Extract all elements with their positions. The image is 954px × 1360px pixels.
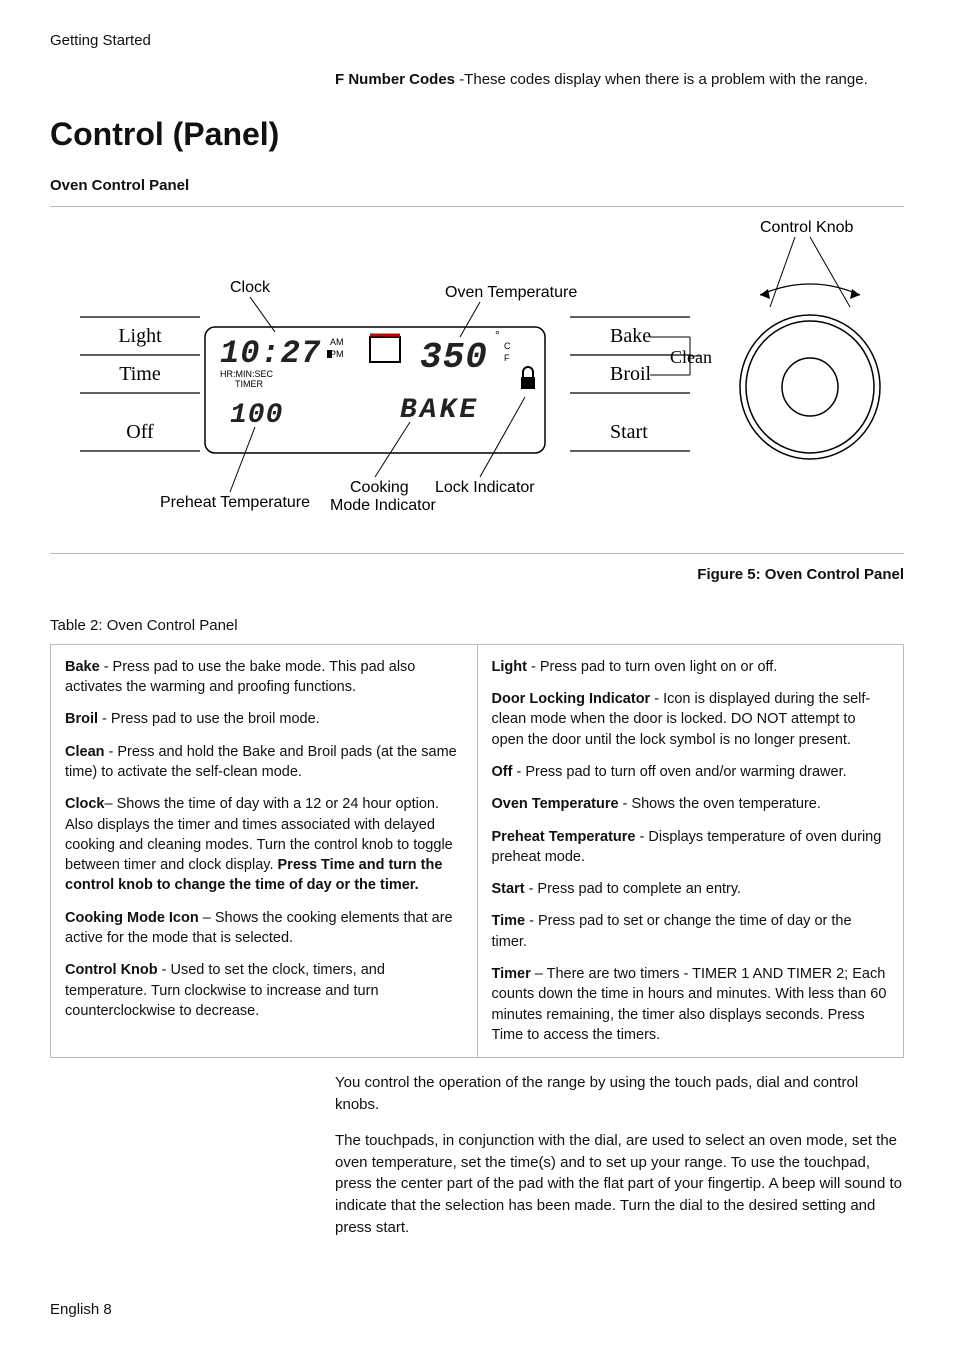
- page-footer: English 8: [50, 1299, 904, 1320]
- clock-label: Clock: [230, 279, 271, 296]
- clock-term: Clock: [65, 796, 105, 812]
- time-desc: - Press pad to set or change the time of…: [492, 913, 852, 949]
- body-paragraph-1: You control the operation of the range b…: [335, 1072, 904, 1116]
- pm-indicator: [327, 350, 332, 358]
- cookmode-term: Cooking Mode Icon: [65, 910, 199, 926]
- table-title: Table 2: Oven Control Panel: [50, 615, 904, 636]
- left-button-group: Light Time Off: [80, 317, 200, 451]
- degree-symbol: °: [495, 328, 500, 342]
- clock-value: 10:27: [220, 335, 321, 372]
- section-header: Getting Started: [50, 30, 904, 51]
- bake-button[interactable]: Bake: [610, 325, 651, 347]
- intro-bold: F Number Codes: [335, 71, 459, 88]
- subheading: Oven Control Panel: [50, 175, 904, 196]
- bake-term: Bake: [65, 659, 100, 675]
- body-paragraph-2: The touchpads, in conjunction with the d…: [335, 1130, 904, 1239]
- timer-label2: TIMER: [235, 379, 263, 389]
- control-panel-diagram: Light Time Off Bake Broil Start Clean 10…: [50, 217, 904, 547]
- c-label: C: [504, 341, 511, 351]
- cooking-mode-label-l1: Cooking: [350, 479, 409, 496]
- pre-term: Preheat Temperature: [492, 829, 636, 845]
- preheat-temp-label: Preheat Temperature: [160, 494, 310, 511]
- element-icon: [370, 337, 400, 362]
- intro-rest: -These codes display when there is a pro…: [459, 71, 868, 88]
- light-desc: - Press pad to turn oven light on or off…: [527, 659, 777, 675]
- otemp-desc: - Shows the oven temperature.: [619, 796, 821, 812]
- start-desc: - Press pad to complete an entry.: [525, 881, 742, 897]
- pm-label: PM: [330, 349, 344, 359]
- f-label: F: [504, 353, 510, 363]
- intro-line: F Number Codes -These codes display when…: [335, 69, 904, 90]
- control-knob-label: Control Knob: [760, 219, 853, 236]
- divider-top: [50, 206, 904, 207]
- otemp-term: Oven Temperature: [492, 796, 619, 812]
- broil-term: Broil: [65, 711, 98, 727]
- start-button[interactable]: Start: [610, 421, 648, 443]
- divider-bottom: [50, 553, 904, 554]
- cooking-mode-label-l2: Mode Indicator: [330, 497, 437, 514]
- description-table: Bake - Press pad to use the bake mode. T…: [50, 644, 904, 1058]
- clean-label: Clean: [670, 347, 712, 367]
- lock-icon: [521, 367, 535, 389]
- off-button[interactable]: Off: [126, 421, 154, 443]
- lock-indicator-label: Lock Indicator: [435, 479, 535, 496]
- table-col-2: Light - Press pad to turn oven light on …: [478, 645, 904, 1057]
- bake-desc: - Press pad to use the bake mode. This p…: [65, 659, 415, 695]
- off-term: Off: [492, 764, 513, 780]
- clean-term: Clean: [65, 744, 105, 760]
- table-col-1: Bake - Press pad to use the bake mode. T…: [51, 645, 478, 1057]
- door-term: Door Locking Indicator: [492, 691, 651, 707]
- start-term: Start: [492, 881, 525, 897]
- off-desc: - Press pad to turn off oven and/or warm…: [512, 764, 846, 780]
- preheat-value: 100: [230, 400, 283, 431]
- am-label: AM: [330, 337, 344, 347]
- timer-label1: HR:MIN:SEC: [220, 369, 274, 379]
- time-button[interactable]: Time: [119, 363, 161, 385]
- figure-caption: Figure 5: Oven Control Panel: [50, 564, 904, 585]
- temp-value: 350: [420, 337, 488, 378]
- light-term: Light: [492, 659, 527, 675]
- time-term: Time: [492, 913, 526, 929]
- page-title: Control (Panel): [50, 112, 904, 157]
- control-knob[interactable]: [740, 315, 880, 459]
- mode-value: BAKE: [400, 395, 479, 426]
- timer-desc: – There are two timers - TIMER 1 AND TIM…: [492, 966, 887, 1043]
- clean-desc: - Press and hold the Bake and Broil pads…: [65, 744, 457, 780]
- timer-term: Timer: [492, 966, 531, 982]
- light-button[interactable]: Light: [118, 325, 162, 347]
- broil-desc: - Press pad to use the broil mode.: [98, 711, 320, 727]
- broil-button[interactable]: Broil: [610, 363, 652, 385]
- knob-term: Control Knob: [65, 962, 158, 978]
- oven-temp-label: Oven Temperature: [445, 284, 577, 301]
- right-button-group: Bake Broil Start Clean: [570, 317, 712, 451]
